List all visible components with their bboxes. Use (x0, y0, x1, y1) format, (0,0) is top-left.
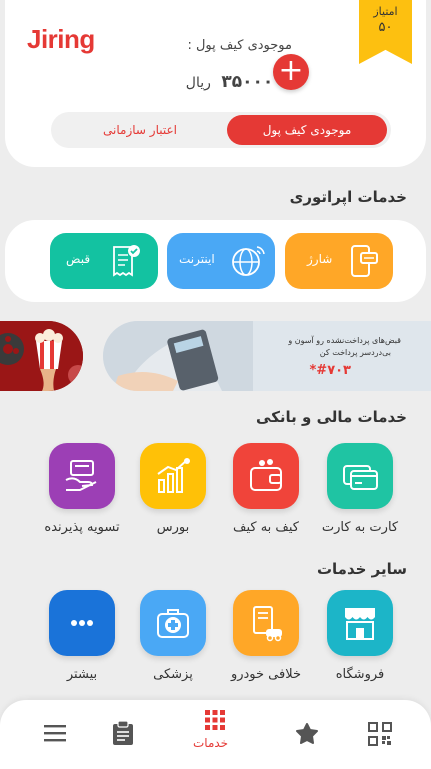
card-transfer-icon (343, 465, 378, 490)
bottom-navigation: خدمات (0, 700, 431, 769)
operator-services-card: شارژ اینترنت قبض (5, 220, 426, 302)
cinema-banner[interactable] (0, 321, 83, 391)
card-to-card-tile[interactable] (327, 443, 393, 509)
wallet-to-wallet-tile[interactable] (233, 443, 299, 509)
cinema-popcorn-image (0, 321, 83, 391)
ussd-code: #۷۰۳* (309, 363, 351, 378)
bill-label: قبض (66, 252, 91, 266)
store-tile[interactable] (327, 590, 393, 656)
tab-organization-credit[interactable]: اعتبار سازمانی (65, 115, 215, 145)
more-tile[interactable] (49, 590, 115, 656)
clipboard-icon[interactable] (112, 720, 134, 746)
points-value: ۵۰ (378, 20, 393, 35)
add-funds-button[interactable]: + (273, 54, 309, 90)
balance-tab-toggle: موجودی کیف پول اعتبار سازمانی (51, 112, 391, 148)
stock-exchange-tile[interactable] (140, 443, 206, 509)
internet-button[interactable]: اینترنت (167, 233, 275, 289)
grid-icon (205, 710, 225, 730)
medical-kit-icon (157, 609, 189, 638)
wallet-header-card: Jiring امتیاز ۵۰ موجودی کیف پول : ۳۵۰۰۰۰… (5, 0, 426, 167)
settlement-icon (65, 460, 97, 491)
card-to-card-label: کارت به کارت (321, 520, 399, 535)
plus-icon: + (278, 53, 304, 88)
store-label: فروشگاه (335, 667, 385, 682)
merchant-settlement-tile[interactable] (49, 443, 115, 509)
banner-text-line2: بی‌دردسر پرداخت کن (319, 348, 391, 357)
bill-payment-banner[interactable]: قبض‌های پرداخت‌نشده رو آسون و بی‌دردسر پ… (103, 321, 431, 391)
receipt-icon (113, 245, 140, 277)
banner-text-line1: قبض‌های پرداخت‌نشده رو آسون و (288, 336, 401, 345)
other-services-title: سایر خدمات (316, 560, 407, 578)
points-badge[interactable]: امتیاز ۵۰ (359, 0, 412, 64)
bill-button[interactable]: قبض (50, 233, 158, 289)
charge-label: شارژ (307, 252, 333, 266)
qr-code-icon[interactable] (368, 722, 392, 746)
internet-label: اینترنت (179, 252, 215, 266)
nav-services-label: خدمات (193, 736, 229, 750)
app-logo: Jiring (27, 24, 95, 54)
more-label: بیشتر (66, 667, 98, 682)
stock-chart-icon (157, 458, 190, 493)
phone-card-icon (351, 245, 378, 277)
star-blob-icon[interactable] (294, 722, 320, 746)
wallet-balance-label: موجودی کیف پول : (187, 38, 292, 53)
store-icon (345, 608, 375, 640)
charge-button[interactable]: شارژ (285, 233, 393, 289)
tab-wallet-balance[interactable]: موجودی کیف پول (227, 115, 387, 145)
globe-wifi-icon (232, 246, 265, 276)
merchant-settlement-label: تسویه پذیرنده (44, 520, 120, 535)
car-fine-icon (253, 606, 282, 642)
wallet-currency: ریال (185, 75, 211, 91)
calculator-hand-image (103, 321, 253, 391)
menu-icon[interactable] (44, 724, 66, 742)
medical-tile[interactable] (140, 590, 206, 656)
points-label: امتیاز (373, 5, 398, 18)
more-dots-icon (71, 620, 93, 626)
car-fines-tile[interactable] (233, 590, 299, 656)
nav-services[interactable] (194, 710, 234, 760)
wallet-transfer-icon (250, 459, 282, 491)
financial-services-title: خدمات مالی و بانکی (256, 408, 407, 426)
operator-services-title: خدمات اپراتوری (289, 188, 407, 206)
